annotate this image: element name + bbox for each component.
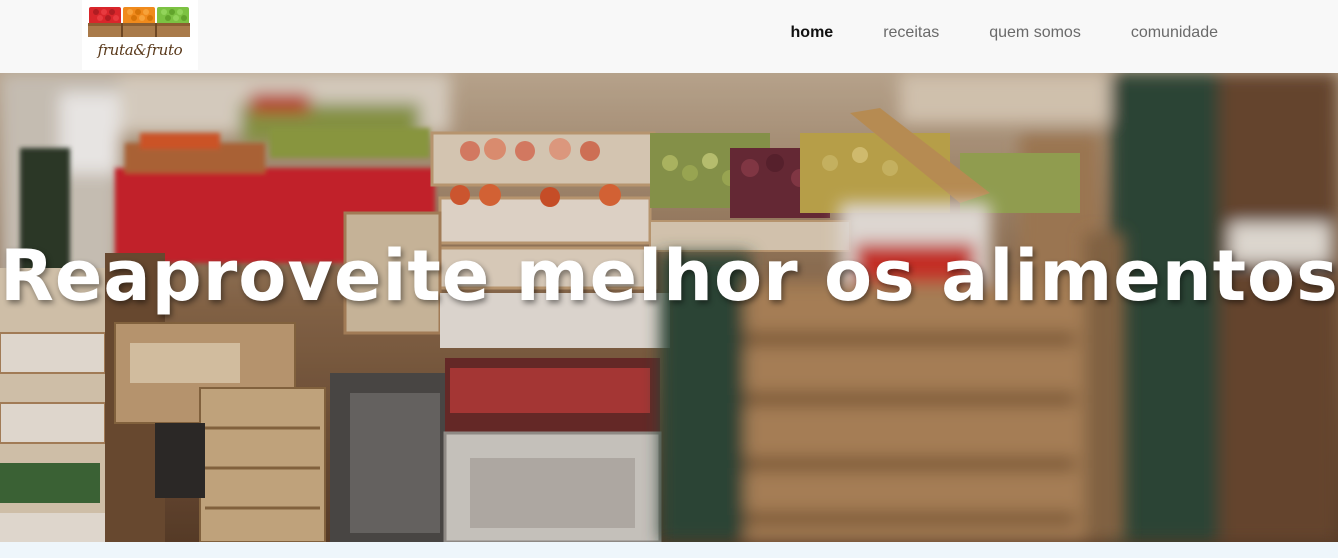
main-nav: home receitas quem somos comunidade: [766, 24, 1243, 42]
logo-text: fruta&fruto: [97, 41, 183, 59]
hero-title: Reaproveite melhor os alimentos!: [0, 235, 1338, 317]
page-bottom-strip: [0, 542, 1338, 558]
nav-comunidade[interactable]: comunidade: [1106, 24, 1243, 42]
nav-home[interactable]: home: [766, 24, 859, 42]
navbar: fruta&fruto home receitas quem somos com…: [0, 0, 1338, 73]
nav-quem-somos[interactable]: quem somos: [964, 24, 1106, 42]
nav-receitas[interactable]: receitas: [858, 24, 964, 42]
fruit-crates-icon: [88, 7, 190, 37]
site-logo[interactable]: fruta&fruto: [82, 0, 198, 70]
hero-banner: Reaproveite melhor os alimentos!: [0, 73, 1338, 542]
